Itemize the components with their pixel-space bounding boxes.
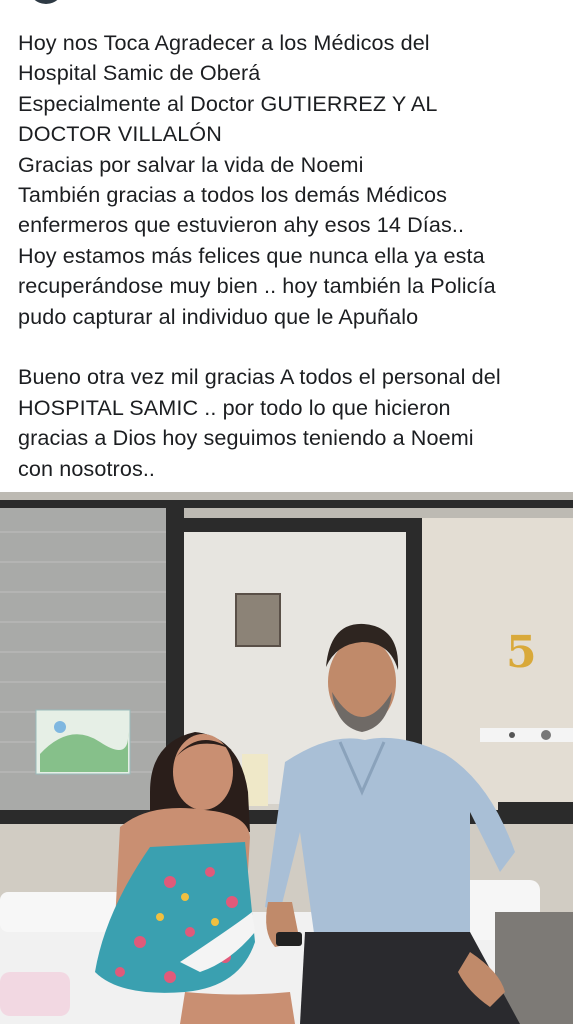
- post-line: Hoy nos Toca Agradecer a los Médicos del: [18, 30, 430, 55]
- post-line: pudo capturar al individuo que le Apuñal…: [18, 303, 419, 329]
- hospital-room-photo: 5: [0, 492, 573, 1024]
- post-line: Bueno otra vez mil gracias A todos el pe…: [18, 364, 501, 390]
- post-line: enfermeros que estuvieron ahy esos 14 Dí…: [18, 212, 465, 238]
- framed-picture: [235, 593, 281, 647]
- phone: [276, 932, 302, 946]
- post-line: gracias a Dios hoy seguimos teniendo a N…: [18, 425, 474, 451]
- post-line: recuperándose muy bien .. hoy también la…: [18, 273, 496, 299]
- wall-rail: [480, 728, 573, 742]
- post-line: Hospital Samic de Oberá: [18, 60, 261, 86]
- post-line: DOCTOR VILLALÓN: [18, 121, 222, 147]
- post-text: Hoy nos Toca Agradecer a los Médicos del…: [18, 28, 563, 484]
- post-line: Hoy estamos más felices que nunca ella y…: [18, 242, 485, 268]
- avatar[interactable]: [28, 0, 64, 4]
- wall-number: 5: [506, 627, 537, 678]
- post-line: También gracias a todos los demás Médico…: [18, 182, 447, 208]
- pink-cloth: [0, 972, 70, 1016]
- post-line: Gracias por salvar la vida de Noemi: [18, 151, 364, 177]
- post-line: HOSPITAL SAMIC .. por todo lo que hicier…: [18, 394, 451, 420]
- post-line: Especialmente al Doctor GUTIERREZ Y AL: [18, 90, 438, 116]
- post-line: con nosotros..: [18, 455, 156, 481]
- post-photo[interactable]: 5: [0, 492, 573, 1024]
